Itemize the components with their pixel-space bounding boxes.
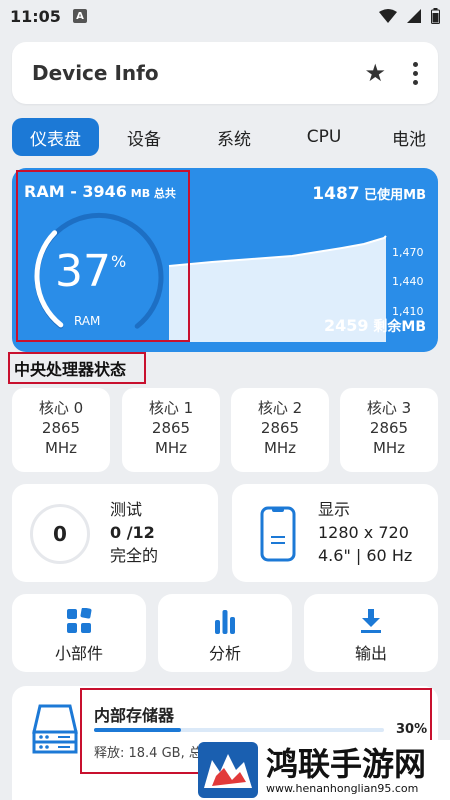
- storage-title: 内部存储器: [94, 706, 175, 725]
- chart-tick-1470: 1,470: [392, 246, 424, 259]
- status-icons: [379, 8, 440, 24]
- widgets-button[interactable]: 小部件: [12, 594, 146, 672]
- display-details: 4.6" | 60 Hz: [318, 546, 413, 565]
- analysis-button[interactable]: 分析: [158, 594, 292, 672]
- core-freq: 2865: [369, 419, 409, 437]
- core-name: 核心 1: [148, 399, 194, 417]
- export-label: 输出: [354, 644, 387, 663]
- ram-free: 2459 剩余MB: [323, 316, 426, 335]
- core-unit: MHz: [154, 439, 188, 457]
- core-unit: MHz: [263, 439, 297, 457]
- watermark: 鸿联手游网 www.henanhonglian95.com: [198, 740, 450, 800]
- battery-icon: [431, 8, 440, 24]
- storage-percent: 30%: [396, 722, 428, 737]
- display-info: 显示 1280 x 720 4.6" | 60 Hz: [318, 498, 412, 567]
- cpu-section-title: 中央处理器状态: [14, 360, 127, 379]
- watermark-url: www.henanhonglian95.com: [266, 781, 419, 795]
- test-info: 测试 0 /12 完全的: [110, 498, 158, 567]
- test-progress: 0 /12: [110, 523, 155, 542]
- core-card-1[interactable]: 核心 1 2865 MHz: [122, 388, 220, 472]
- gauge-label: RAM: [74, 314, 101, 328]
- app-bar: Device Info ★: [12, 42, 438, 104]
- tab-battery[interactable]: 电池: [369, 118, 449, 156]
- ram-card[interactable]: RAM - 3946 MB 总共 37% RAM 1487 已使用MB 1,47…: [12, 168, 438, 352]
- display-card[interactable]: 显示 1280 x 720 4.6" | 60 Hz: [232, 484, 438, 582]
- app-title: Device Info: [32, 61, 159, 85]
- storage-free-text: 释放: 18.4 GB, 总: [94, 746, 202, 761]
- core-name: 核心 2: [257, 399, 303, 417]
- bar-chart-icon: [215, 610, 235, 634]
- core-freq: 2865: [260, 419, 300, 437]
- widgets-label: 小部件: [54, 644, 103, 663]
- signal-icon: [407, 9, 421, 23]
- core-unit: MHz: [44, 439, 78, 457]
- ram-percent: 37%: [55, 246, 127, 297]
- ram-used: 1487 已使用MB: [312, 184, 426, 204]
- core-name: 核心 3: [366, 399, 412, 417]
- core-freq: 2865: [151, 419, 191, 437]
- display-title: 显示: [318, 500, 351, 519]
- phone-icon: [260, 506, 296, 562]
- core-freq: 2865: [41, 419, 81, 437]
- core-card-2[interactable]: 核心 2 2865 MHz: [231, 388, 329, 472]
- status-time: 11:05: [10, 6, 61, 26]
- notification-icon: A: [72, 9, 87, 23]
- download-icon: [361, 609, 381, 633]
- core-name: 核心 0: [38, 399, 84, 417]
- core-unit: MHz: [372, 439, 406, 457]
- watermark-logo: [198, 742, 258, 798]
- core-card-0[interactable]: 核心 0 2865 MHz: [12, 388, 110, 472]
- test-count-circle: 0: [30, 504, 90, 564]
- chart-tick-1440: 1,440: [392, 275, 424, 288]
- core-card-3[interactable]: 核心 3 2865 MHz: [340, 388, 438, 472]
- test-card[interactable]: 0 测试 0 /12 完全的: [12, 484, 218, 582]
- tab-dashboard[interactable]: 仪表盘: [12, 118, 99, 156]
- more-options-icon[interactable]: [412, 61, 418, 85]
- test-status: 完全的: [110, 546, 159, 565]
- tab-device[interactable]: 设备: [99, 118, 189, 156]
- watermark-text: 鸿联手游网 www.henanhonglian95.com: [266, 746, 426, 795]
- test-title: 测试: [110, 500, 143, 519]
- star-icon[interactable]: ★: [364, 59, 386, 87]
- tab-bar: 仪表盘 设备 系统 CPU 电池: [12, 118, 450, 156]
- ram-total-label: RAM - 3946 MB 总共: [24, 182, 176, 201]
- display-resolution: 1280 x 720: [318, 523, 409, 542]
- storage-drive-icon: [32, 704, 78, 754]
- watermark-title: 鸿联手游网: [266, 744, 427, 783]
- analysis-label: 分析: [208, 644, 241, 663]
- storage-progress-fill: [94, 728, 181, 732]
- tab-cpu[interactable]: CPU: [279, 118, 369, 156]
- tab-system[interactable]: 系统: [189, 118, 279, 156]
- wifi-icon: [379, 9, 397, 23]
- status-bar: 11:05 A: [0, 0, 450, 32]
- export-button[interactable]: 输出: [304, 594, 438, 672]
- widgets-icon: [67, 608, 92, 633]
- storage-progress-bar: [94, 728, 384, 732]
